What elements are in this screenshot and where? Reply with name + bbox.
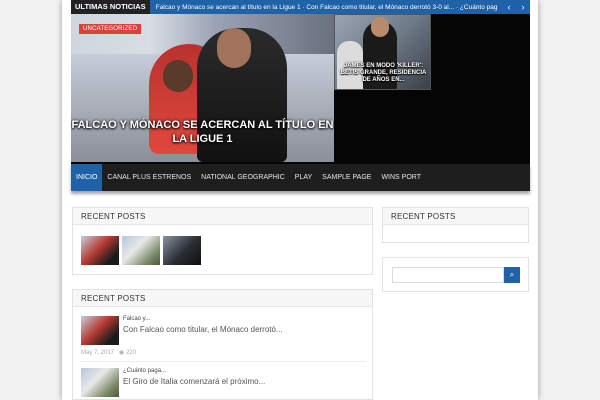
post-meta: May 7, 2017 ◉ 220 — [81, 349, 136, 356]
post-date: May 7, 2017 — [81, 350, 115, 356]
featured-main-post[interactable]: UNCATEGORIZED FALCAO Y MÓNACO SE ACERCAN… — [71, 14, 334, 162]
nav-item-wins-port[interactable]: WINS PORT — [376, 164, 426, 191]
nav-item-inicio[interactable]: INICIO — [71, 164, 103, 191]
ticker-headline[interactable]: Falcao y Mónaco se acercan al título en … — [150, 4, 502, 11]
post-category[interactable]: Falcao y... — [123, 316, 150, 322]
post-title[interactable]: El Giro de Italia comenzará el próximo..… — [123, 377, 265, 386]
search-input[interactable] — [392, 267, 504, 283]
post-thumbnail[interactable] — [163, 236, 201, 265]
widget-title: RECENT POSTS — [73, 208, 372, 225]
nav-item-sample-page[interactable]: SAMPLE PAGE — [317, 164, 376, 191]
search-icon[interactable]: ⌕ — [504, 267, 520, 283]
recent-posts-list-widget: RECENT POSTS Falcao y... Con Falcao como… — [72, 289, 373, 400]
post-views: 220 — [125, 350, 136, 356]
nav-item-play[interactable]: PLAY — [290, 164, 317, 191]
nav-item-canal-plus[interactable]: CANAL PLUS ESTRENOS — [102, 164, 196, 191]
featured-slider: UNCATEGORIZED FALCAO Y MÓNACO SE ACERCAN… — [71, 14, 530, 164]
post-title[interactable]: Con Falcao como titular, el Mónaco derro… — [123, 325, 283, 334]
ticker-nav: ‹ › — [502, 0, 530, 14]
chevron-left-icon[interactable]: ‹ — [502, 0, 516, 14]
featured-side-post[interactable]: JAMES EN MODO 'KILLER': BETIS GRANDE, RE… — [334, 14, 431, 90]
sidebar-recent-posts-widget: RECENT POSTS — [382, 207, 529, 243]
post-thumbnail[interactable] — [122, 236, 160, 265]
widget-title: RECENT POSTS — [73, 290, 372, 307]
post-thumbnail[interactable] — [81, 236, 119, 265]
thumb-grid — [81, 236, 201, 265]
post-thumbnail[interactable] — [81, 316, 119, 345]
eye-icon: ◉ — [119, 350, 125, 356]
featured-side-title[interactable]: JAMES EN MODO 'KILLER': BETIS GRANDE, RE… — [337, 63, 430, 84]
chevron-right-icon[interactable]: › — [516, 0, 530, 14]
news-ticker: ULTIMAS NOTICIAS Falcao y Mónaco se acer… — [71, 0, 530, 14]
widget-title: RECENT POSTS — [383, 208, 528, 225]
ticker-label: ULTIMAS NOTICIAS — [71, 0, 150, 14]
featured-main-title[interactable]: FALCAO Y MÓNACO SE ACERCAN AL TÍTULO EN … — [71, 118, 334, 146]
recent-posts-thumbs-widget: RECENT POSTS — [72, 207, 373, 275]
nav-item-national-geographic[interactable]: NATIONAL GEOGRAPHIC — [196, 164, 290, 191]
search-widget: ⌕ — [382, 257, 529, 292]
list-item: ¿Cuánto paga... El Giro de Italia comenz… — [81, 368, 366, 400]
category-badge[interactable]: UNCATEGORIZED — [79, 24, 142, 34]
post-thumbnail[interactable] — [81, 368, 119, 397]
post-category[interactable]: ¿Cuánto paga... — [123, 368, 166, 374]
side-image-player-face — [371, 17, 389, 37]
hero-image-player-head — [163, 60, 193, 92]
divider — [81, 361, 366, 362]
list-item: Falcao y... Con Falcao como titular, el … — [81, 316, 366, 358]
main-nav: INICIO CANAL PLUS ESTRENOS NATIONAL GEOG… — [71, 164, 530, 191]
hero-image-player-face — [217, 28, 251, 68]
